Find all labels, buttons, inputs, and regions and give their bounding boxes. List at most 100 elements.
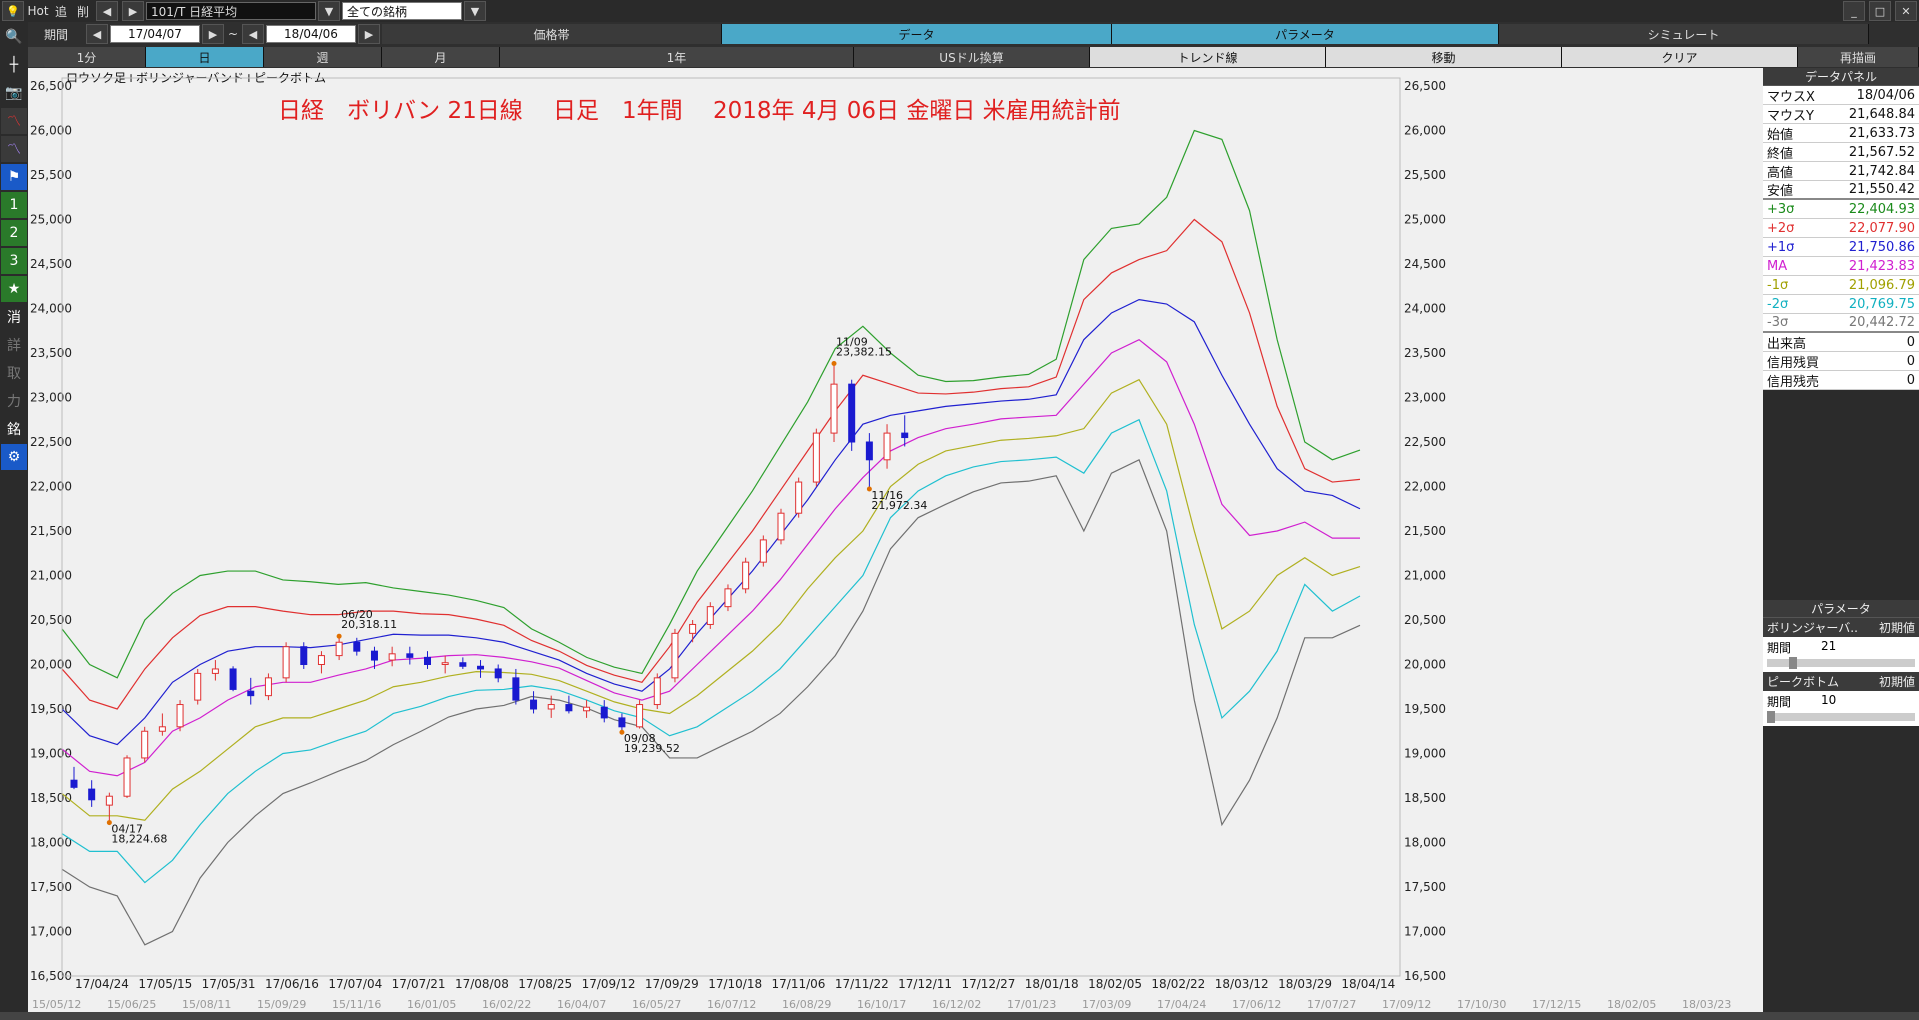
data-row-value: 21,742.84 (1848, 163, 1915, 179)
data-row-value: 21,567.52 (1848, 144, 1915, 160)
candle-body (282, 646, 290, 679)
candle-body (671, 632, 679, 679)
tab-1year[interactable]: 1年 (500, 47, 854, 67)
x-tick-label: 17/11/22 (835, 977, 889, 991)
detail-button[interactable]: 詳 (1, 332, 27, 358)
preset-3-button[interactable]: 3 (1, 248, 27, 274)
to-next-icon[interactable]: ▶ (358, 24, 380, 44)
y-tick-label-left: 22,500 (30, 435, 72, 449)
symbol-field[interactable]: 101/T 日経平均 (146, 2, 316, 20)
to-prev-icon[interactable]: ◀ (242, 24, 264, 44)
param-peakbottom-label: 期間 (1767, 695, 1792, 709)
param-peakbottom-value[interactable]: 10 (1821, 693, 1836, 710)
candle-body (335, 641, 343, 657)
category-select[interactable]: 全ての銘柄 (342, 2, 462, 20)
band-line-l3 (61, 458, 1361, 946)
chart-line-icon[interactable]: 〽 (1, 108, 27, 134)
tab-trendline[interactable]: トレンド線 (1090, 47, 1326, 67)
chart-title: 日経 ボリバン 21日線 日足 1年間 2018年 4月 06日 金曜日 米雇用… (278, 98, 1121, 124)
candle-body (211, 668, 219, 674)
candle-body (512, 677, 520, 701)
maximize-icon[interactable]: □ (1869, 1, 1891, 21)
tab-day[interactable]: 日 (146, 47, 264, 67)
candle-body (441, 662, 449, 665)
erase-button[interactable]: 消 (1, 304, 27, 330)
y-tick-label-right: 23,000 (1404, 391, 1446, 405)
y-tick-label-right: 24,500 (1404, 257, 1446, 271)
tab-month[interactable]: 月 (382, 47, 500, 67)
crosshair-icon[interactable]: ┼ (1, 52, 27, 78)
candle-body (264, 677, 272, 697)
data-row-key: マウスY (1767, 108, 1814, 124)
minimize-icon[interactable]: _ (1843, 1, 1865, 21)
x-tick-label: 18/01/18 (1025, 977, 1079, 991)
top-toolbar: 💡 Hot 追 削 ◀ ▶ 101/T 日経平均 ▼ 全ての銘柄 ▼ _ □ ✕ (0, 0, 1919, 22)
tab-parameter[interactable]: パラメータ (1112, 24, 1499, 44)
peak-bottom-marker (336, 633, 342, 639)
from-next-icon[interactable]: ▶ (202, 24, 224, 44)
chart-area-icon[interactable]: 〽 (1, 136, 27, 162)
chart-svg[interactable]: 16,500 16,50017,000 17,00017,500 17,50018,0… (28, 68, 1763, 1012)
y-tick-label-left: 25,500 (30, 168, 72, 182)
bulb-icon[interactable]: 💡 (2, 1, 24, 21)
tab-1min[interactable]: 1分 (28, 47, 146, 67)
preset-1-button[interactable]: 1 (1, 192, 27, 218)
tab-clear[interactable]: クリア (1562, 47, 1798, 67)
param-bollinger-name: ボリンジャーバ.. (1767, 621, 1858, 635)
next-arrow-icon[interactable]: ▶ (122, 1, 144, 21)
x-tick-label: 17/09/12 (582, 977, 636, 991)
param-peakbottom-slider[interactable] (1767, 711, 1915, 723)
gear-icon[interactable]: ⚙ (1, 444, 27, 470)
param-peakbottom-reset[interactable]: 初期値 (1879, 673, 1915, 690)
force-button[interactable]: 力 (1, 388, 27, 414)
tab-data[interactable]: データ (722, 24, 1112, 44)
param-bollinger-value[interactable]: 21 (1821, 639, 1836, 656)
y-tick-label-right: 25,000 (1404, 213, 1446, 227)
timeline-scrollbar[interactable] (0, 1012, 1919, 1020)
trade-button[interactable]: 取 (1, 360, 27, 386)
tab-simulate[interactable]: シミュレート (1499, 24, 1869, 44)
y-tick-label-right: 21,000 (1404, 569, 1446, 583)
prev-arrow-icon[interactable]: ◀ (96, 1, 118, 21)
symbol-button[interactable]: 銘 (1, 416, 27, 442)
data-row: -3σ 20,442.72 (1763, 314, 1919, 333)
data-row-key: -3σ (1767, 315, 1789, 330)
candle-body (158, 726, 166, 732)
to-date[interactable]: 18/04/06 (266, 25, 356, 43)
add-button[interactable]: 追 (50, 1, 72, 21)
flag-icon[interactable]: ⚑ (1, 164, 27, 190)
candle-body (865, 441, 873, 461)
data-row: 始値 21,633.73 (1763, 124, 1919, 143)
tab-move[interactable]: 移動 (1326, 47, 1562, 67)
param-bollinger-reset[interactable]: 初期値 (1879, 619, 1915, 636)
hot-button[interactable]: Hot (26, 1, 50, 21)
tab-usd[interactable]: USドル換算 (854, 47, 1090, 67)
delete-button[interactable]: 削 (72, 1, 94, 21)
tab-redraw[interactable]: 再描画 (1798, 47, 1919, 67)
x-tick-label: 18/04/14 (1341, 977, 1395, 991)
candle-body (406, 653, 414, 658)
sub-toolbar: 1分 日 週 月 1年 USドル換算 トレンド線 移動 クリア 再描画 (0, 46, 1919, 68)
plot-frame (61, 77, 1401, 977)
from-date[interactable]: 17/04/07 (110, 25, 200, 43)
tab-price-band[interactable]: 価格帯 (382, 24, 722, 44)
y-tick-label-left: 19,500 (30, 702, 72, 716)
tab-week[interactable]: 週 (264, 47, 382, 67)
candle-body (477, 665, 485, 670)
star-icon[interactable]: ★ (1, 276, 27, 302)
data-row-value: 21,750.86 (1848, 239, 1915, 255)
y-tick-label-right: 25,500 (1404, 168, 1446, 182)
y-tick-label-left: 24,000 (30, 302, 72, 316)
param-bollinger-slider[interactable] (1767, 657, 1915, 669)
candle-body (583, 706, 591, 712)
preset-2-button[interactable]: 2 (1, 220, 27, 246)
close-icon[interactable]: ✕ (1895, 1, 1917, 21)
category-dropdown-icon[interactable]: ▼ (464, 1, 486, 21)
symbol-dropdown-icon[interactable]: ▼ (318, 1, 340, 21)
chart-area[interactable]: 16,500 16,500 17,000 17,000 17,500 17,500 18,0… (28, 68, 1763, 1012)
candle-body (636, 704, 644, 728)
camera-icon[interactable]: 📷 (1, 80, 27, 106)
x-tick-label: 17/09/29 (645, 977, 699, 991)
from-prev-icon[interactable]: ◀ (86, 24, 108, 44)
search-icon[interactable]: 🔍 (1, 24, 27, 50)
